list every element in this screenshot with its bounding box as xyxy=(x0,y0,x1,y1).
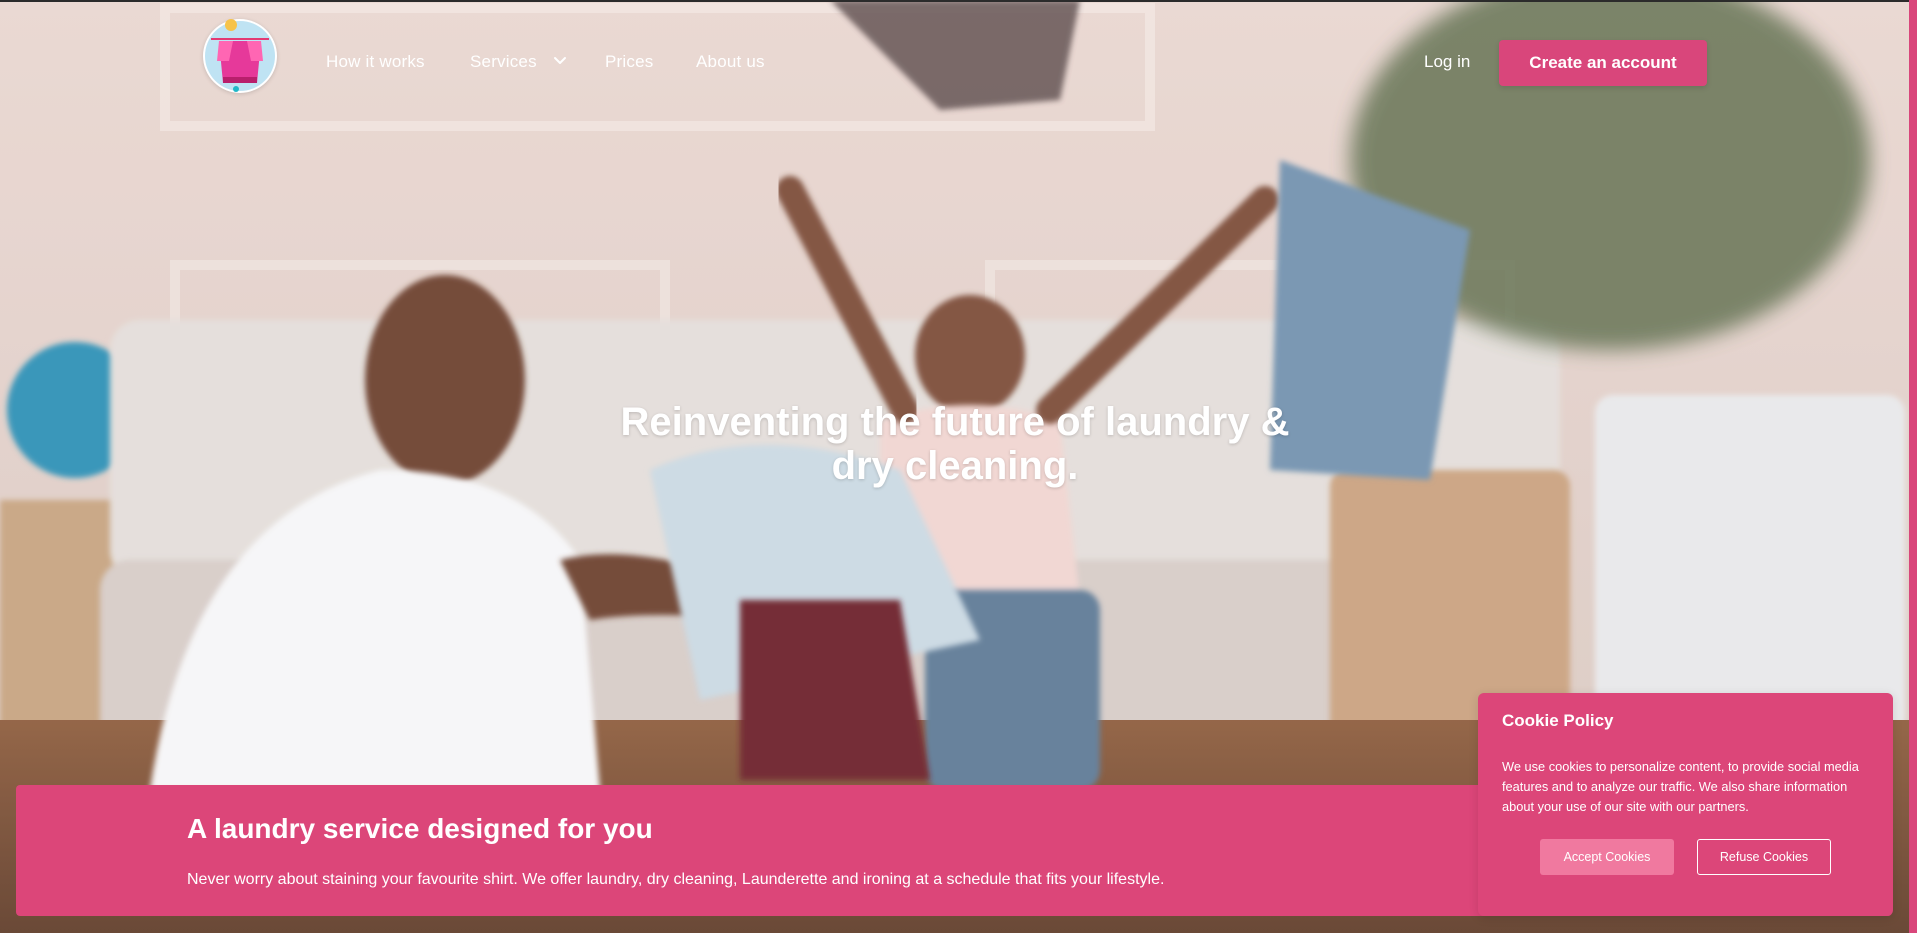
right-edge-strip xyxy=(1909,0,1917,933)
nav-prices[interactable]: Prices xyxy=(605,52,653,72)
site-logo[interactable] xyxy=(203,19,277,93)
hero-headline: Reinventing the future of laundry & dry … xyxy=(560,400,1350,488)
accept-cookies-button[interactable]: Accept Cookies xyxy=(1540,839,1674,875)
nav-services[interactable]: Services xyxy=(470,52,537,72)
login-link[interactable]: Log in xyxy=(1424,52,1470,72)
cookie-text: We use cookies to personalize content, t… xyxy=(1502,759,1859,814)
banner-description: Never worry about staining your favourit… xyxy=(187,871,1165,888)
nav-about-us[interactable]: About us xyxy=(696,52,765,72)
cookie-title: Cookie Policy xyxy=(1502,711,1614,730)
hero-headline-line-1: Reinventing the future of laundry & xyxy=(620,400,1290,444)
banner-title: A laundry service designed for you xyxy=(187,813,653,844)
cookie-policy-dialog: Cookie Policy We use cookies to personal… xyxy=(1478,693,1893,916)
hero-headline-line-2: dry cleaning. xyxy=(831,444,1079,488)
chevron-down-icon[interactable] xyxy=(553,54,567,68)
create-account-button[interactable]: Create an account xyxy=(1499,40,1707,86)
top-edge-line xyxy=(0,0,1917,2)
laundry-logo-icon xyxy=(205,19,275,92)
nav-how-it-works[interactable]: How it works xyxy=(326,52,425,72)
refuse-cookies-button[interactable]: Refuse Cookies xyxy=(1697,839,1831,875)
